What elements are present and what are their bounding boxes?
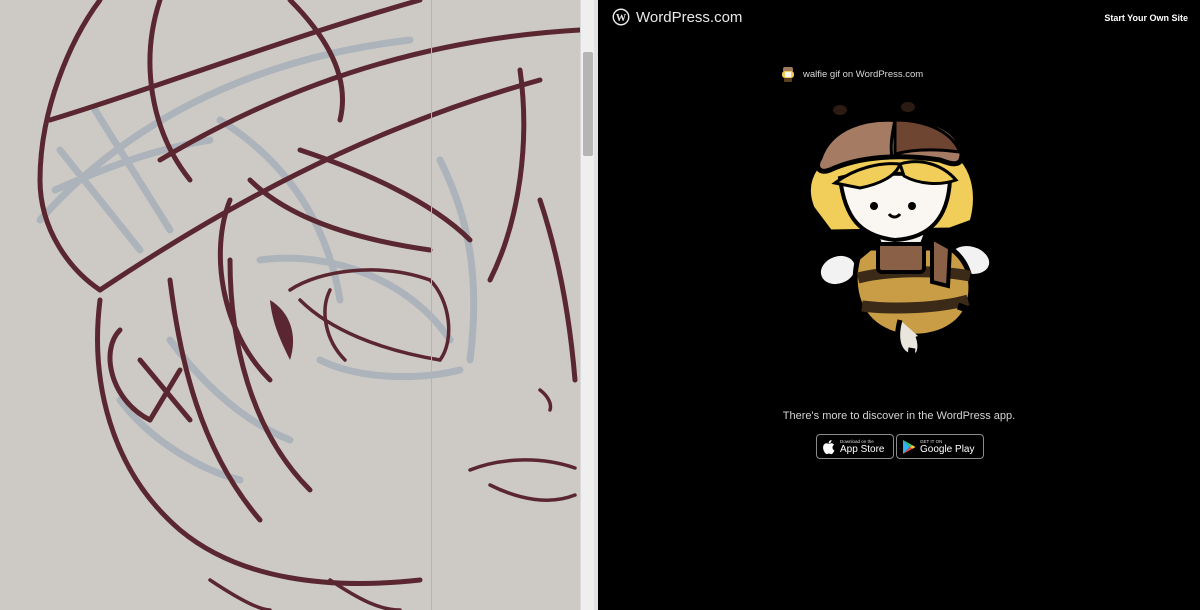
bee-character-gif [805, 100, 995, 365]
svg-text:W: W [616, 13, 627, 24]
app-promo-text: There's more to discover in the WordPres… [782, 410, 1016, 422]
wordpress-icon: W [612, 8, 630, 26]
gif-source-link[interactable]: walfie gif on WordPress.com [779, 65, 923, 83]
app-store-label: App Store [840, 443, 885, 455]
scrollbar-thumb[interactable] [583, 52, 593, 156]
walfie-avatar-icon [782, 67, 794, 82]
gif-source-label: walfie gif on WordPress.com [803, 68, 924, 80]
line-art-drawing [36, 0, 580, 610]
wordpress-logo-link[interactable]: W WordPress.com [612, 8, 742, 26]
wordpress-embed-pane: W WordPress.com Start Your Own Site walf… [598, 0, 1200, 610]
brand-name: WordPress.com [636, 8, 743, 26]
start-site-link[interactable]: Start Your Own Site [1104, 13, 1188, 23]
drawing-canvas[interactable] [0, 0, 580, 610]
vertical-scrollbar[interactable] [580, 0, 595, 610]
canvas-guide-line [431, 0, 432, 610]
app-store-button[interactable]: Download on the App Store [816, 434, 894, 459]
google-play-button[interactable]: GET IT ON Google Play [896, 434, 984, 459]
apple-icon [823, 439, 835, 454]
google-play-icon [903, 439, 916, 454]
google-play-label: Google Play [920, 443, 975, 455]
